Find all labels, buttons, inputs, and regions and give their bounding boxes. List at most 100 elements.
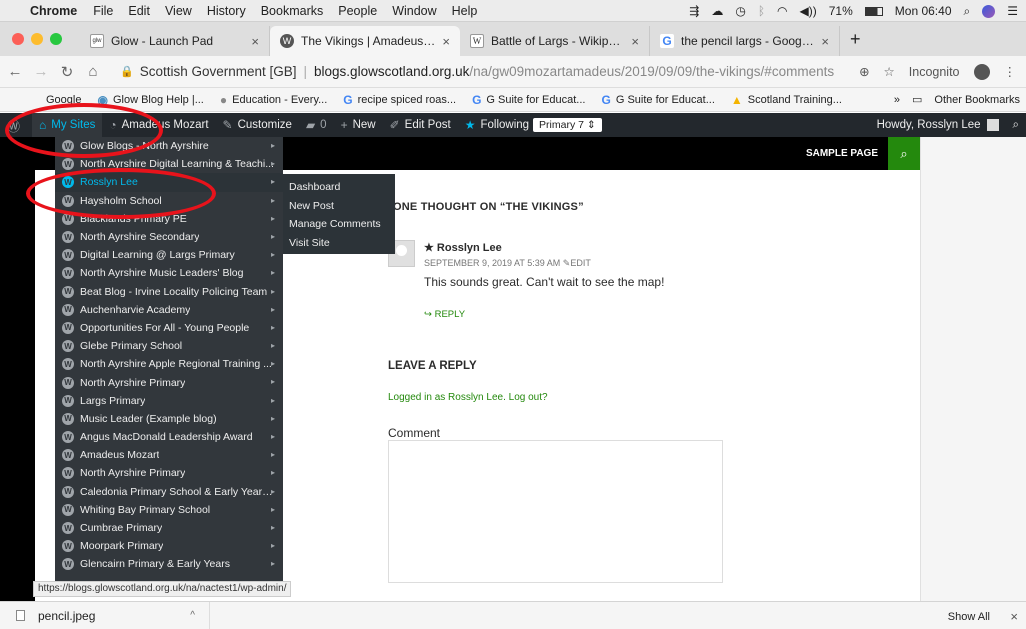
my-sites-item[interactable]: W Haysholm School ▸ — [55, 192, 283, 210]
my-sites-menu[interactable]: ⌂ My Sites — [32, 113, 103, 137]
bookmark-google[interactable]: Google — [46, 94, 81, 106]
menu-bookmarks[interactable]: Bookmarks — [261, 4, 324, 18]
my-sites-item[interactable]: W Cumbrae Primary ▸ — [55, 519, 283, 537]
tab-pencil-largs-search[interactable]: G the pencil largs - Google Searc × — [650, 26, 840, 56]
forward-icon[interactable]: → — [30, 63, 52, 80]
incognito-label[interactable]: Incognito — [909, 65, 960, 79]
new-content-menu[interactable]: + New — [334, 113, 383, 137]
menu-people[interactable]: People — [338, 4, 377, 18]
download-item[interactable]: pencil.jpeg ^ — [0, 601, 210, 629]
my-sites-item[interactable]: W Opportunities For All - Young People ▸ — [55, 319, 283, 337]
volume-icon[interactable]: ◀)) — [800, 4, 817, 18]
menu-edit[interactable]: Edit — [128, 4, 150, 18]
site-search-icon[interactable]: ⌕ — [888, 137, 920, 170]
comment-edit-link[interactable]: EDIT — [570, 258, 591, 268]
submenu-manage-comments[interactable]: Manage Comments — [283, 215, 395, 234]
wifi-icon[interactable]: ◠ — [777, 4, 787, 18]
my-sites-item[interactable]: W Rosslyn Lee ▸ — [55, 173, 283, 192]
home-icon[interactable]: ⌂ — [82, 63, 104, 80]
tab-close-icon[interactable]: × — [251, 34, 259, 49]
close-window-icon[interactable] — [12, 33, 24, 45]
tab-close-icon[interactable]: × — [821, 34, 829, 49]
show-all-button[interactable]: Show All — [948, 611, 990, 623]
reload-icon[interactable]: ↻ — [56, 63, 78, 81]
tab-glow-launchpad[interactable]: glw Glow - Launch Pad × — [80, 26, 270, 56]
clock[interactable]: Mon 06:40 — [895, 4, 952, 18]
my-sites-item[interactable]: W Moorpark Primary ▸ — [55, 537, 283, 555]
bookmark-recipe[interactable]: Grecipe spiced roas... — [343, 93, 456, 107]
my-sites-item[interactable]: W Largs Primary ▸ — [55, 392, 283, 410]
menu-view[interactable]: View — [165, 4, 192, 18]
following-menu[interactable]: ★ Following Primary 7 ⇕ — [458, 113, 609, 137]
comment-reply-link[interactable]: ↪ REPLY — [424, 309, 465, 320]
tab-battle-of-largs[interactable]: W Battle of Largs - Wikipedia × — [460, 26, 650, 56]
more-bookmarks-icon[interactable]: » — [894, 94, 900, 106]
notification-center-icon[interactable]: ☰ — [1007, 4, 1018, 18]
my-sites-item[interactable]: W Angus MacDonald Leadership Award ▸ — [55, 428, 283, 446]
comments-button[interactable]: ▰ 0 — [299, 113, 334, 137]
bluetooth-icon[interactable]: ᛒ — [758, 4, 765, 18]
tab-close-icon[interactable]: × — [631, 34, 639, 49]
bookmark-gsuite-2[interactable]: G G Suite for Educat... — [601, 93, 714, 107]
my-sites-item[interactable]: W Glow Blogs - North Ayrshire ▸ — [55, 137, 283, 155]
spotlight-icon[interactable]: ⌕ — [964, 4, 971, 19]
bookmark-gsuite-1[interactable]: G G Suite for Educat... — [472, 93, 585, 107]
wp-logo-menu[interactable]: Ⓦ — [0, 113, 32, 137]
incognito-icon[interactable] — [973, 63, 990, 80]
time-machine-icon[interactable]: ◷ — [735, 4, 745, 18]
my-sites-item[interactable]: W Beat Blog - Irvine Locality Policing Te… — [55, 283, 283, 301]
site-name-menu[interactable]: ◔ Amadeus Mozart — [102, 113, 215, 137]
menu-window[interactable]: Window — [392, 4, 436, 18]
extras-icon[interactable]: ⇶ — [689, 4, 699, 18]
tab-vikings[interactable]: W The Vikings | Amadeus Mozart × — [270, 26, 460, 56]
cloud-icon[interactable]: ☁ — [711, 4, 723, 18]
menu-kebab-icon[interactable]: ⋮ — [1004, 64, 1017, 79]
edit-post-button[interactable]: ✐ Edit Post — [383, 113, 458, 137]
my-sites-item[interactable]: W Amadeus Mozart ▸ — [55, 446, 283, 464]
bookmark-star-icon[interactable]: ☆ — [884, 64, 895, 79]
my-sites-item[interactable]: W Auchenharvie Academy ▸ — [55, 301, 283, 319]
siri-icon[interactable] — [982, 4, 996, 18]
admin-search-button[interactable]: ⌕ — [1006, 113, 1026, 137]
tab-close-icon[interactable]: × — [442, 34, 450, 49]
my-sites-item[interactable]: W Digital Learning @ Largs Primary ▸ — [55, 246, 283, 264]
maximize-window-icon[interactable] — [50, 33, 62, 45]
my-sites-item[interactable]: W Glebe Primary School ▸ — [55, 337, 283, 355]
minimize-window-icon[interactable] — [31, 33, 43, 45]
close-downloads-icon[interactable]: × — [1010, 609, 1018, 624]
my-sites-item[interactable]: W Music Leader (Example blog) ▸ — [55, 410, 283, 428]
submenu-new-post[interactable]: New Post — [283, 197, 395, 216]
menu-help[interactable]: Help — [452, 4, 478, 18]
submenu-dashboard[interactable]: Dashboard — [283, 178, 395, 197]
bookmark-glow-blog-help[interactable]: ◉ Glow Blog Help |... — [97, 93, 203, 107]
my-sites-item[interactable]: W Caledonia Primary School & Early Years … — [55, 483, 283, 501]
my-sites-item[interactable]: W North Ayrshire Secondary ▸ — [55, 228, 283, 246]
my-sites-item[interactable]: W Whiting Bay Primary School ▸ — [55, 501, 283, 519]
bookmark-education[interactable]: ● Education - Every... — [220, 93, 327, 107]
my-sites-item[interactable]: W Glencairn Primary & Early Years ▸ — [55, 555, 283, 573]
new-tab-button[interactable]: + — [850, 29, 861, 50]
bookmark-scotland-training[interactable]: ▲ Scotland Training... — [731, 93, 842, 107]
address-bar[interactable]: 🔒 Scottish Government [GB] | blogs.glows… — [114, 60, 964, 84]
my-sites-item[interactable]: W North Ayrshire Primary ▸ — [55, 373, 283, 391]
back-icon[interactable]: ← — [4, 63, 26, 80]
submenu-visit-site[interactable]: Visit Site — [283, 234, 395, 253]
chevron-up-icon[interactable]: ^ — [190, 610, 195, 621]
comment-date[interactable]: SEPTEMBER 9, 2019 AT 5:39 AM — [424, 258, 560, 268]
other-bookmarks[interactable]: Other Bookmarks — [934, 94, 1020, 106]
howdy-account-menu[interactable]: Howdy, Rosslyn Lee — [870, 113, 1006, 137]
my-sites-item[interactable]: W North Ayrshire Music Leaders' Blog ▸ — [55, 264, 283, 282]
comment-textarea[interactable] — [388, 440, 723, 583]
zoom-icon[interactable]: ⊕ — [859, 64, 869, 79]
battery-percent[interactable]: 71% — [829, 4, 853, 18]
my-sites-item[interactable]: W Blacklands Primary PE ▸ — [55, 210, 283, 228]
app-menu-chrome[interactable]: Chrome — [30, 4, 77, 18]
primary-select[interactable]: Primary 7 ⇕ — [533, 118, 602, 132]
my-sites-item[interactable]: W North Ayrshire Primary ▸ — [55, 464, 283, 482]
customize-button[interactable]: ✎ Customize — [216, 113, 299, 137]
logged-in-link[interactable]: Logged in as Rosslyn Lee. Log out? — [388, 392, 548, 403]
my-sites-item[interactable]: W North Ayrshire Apple Regional Training … — [55, 355, 283, 373]
my-sites-item[interactable]: W North Ayrshire Digital Learning & Teach… — [55, 155, 283, 173]
menu-history[interactable]: History — [207, 4, 246, 18]
nav-sample-page[interactable]: SAMPLE PAGE — [806, 148, 878, 159]
